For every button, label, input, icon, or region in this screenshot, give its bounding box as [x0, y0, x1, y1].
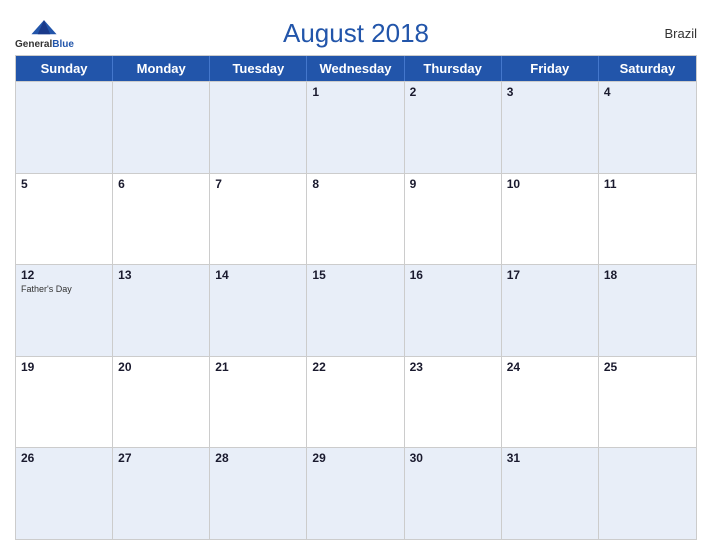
day-number: 14 [215, 268, 301, 282]
day-header-sunday: Sunday [16, 56, 113, 81]
day-cell: 7 [210, 174, 307, 265]
day-number: 2 [410, 85, 496, 99]
day-number: 6 [118, 177, 204, 191]
day-header-saturday: Saturday [599, 56, 696, 81]
day-header-tuesday: Tuesday [210, 56, 307, 81]
week-row-3: 19 20 21 22 23 24 25 [16, 356, 696, 448]
week-row-0: 1234 [16, 81, 696, 173]
day-cell: 21 [210, 357, 307, 448]
day-cell: 27 [113, 448, 210, 539]
month-title: August 2018 [283, 18, 429, 49]
day-cell: 23 [405, 357, 502, 448]
day-number: 9 [410, 177, 496, 191]
event-label: Father's Day [21, 284, 107, 294]
calendar-body: 123456789101112Father's Day1314151617181… [16, 81, 696, 539]
day-cell: 18 [599, 265, 696, 356]
day-number: 21 [215, 360, 301, 374]
day-number: 10 [507, 177, 593, 191]
day-header-wednesday: Wednesday [307, 56, 404, 81]
day-headers: SundayMondayTuesdayWednesdayThursdayFrid… [16, 56, 696, 81]
day-cell: 2 [405, 82, 502, 173]
day-cell: 3 [502, 82, 599, 173]
day-header-friday: Friday [502, 56, 599, 81]
day-cell: 26 [16, 448, 113, 539]
day-number: 22 [312, 360, 398, 374]
day-number: 16 [410, 268, 496, 282]
day-number: 19 [21, 360, 107, 374]
day-number: 12 [21, 268, 107, 282]
day-cell: 30 [405, 448, 502, 539]
week-row-2: 12 Father's Day 13 14 15 16 17 18 [16, 264, 696, 356]
day-cell: 19 [16, 357, 113, 448]
calendar: SundayMondayTuesdayWednesdayThursdayFrid… [15, 55, 697, 540]
day-number: 17 [507, 268, 593, 282]
day-cell [210, 82, 307, 173]
day-number: 18 [604, 268, 691, 282]
day-cell: 1 [307, 82, 404, 173]
day-cell: 17 [502, 265, 599, 356]
day-cell: 22 [307, 357, 404, 448]
day-cell: 24 [502, 357, 599, 448]
day-number: 27 [118, 451, 204, 465]
logo-blue: Blue [52, 39, 74, 50]
day-number: 31 [507, 451, 593, 465]
day-cell: 31 [502, 448, 599, 539]
day-number: 5 [21, 177, 107, 191]
day-number: 30 [410, 451, 496, 465]
week-row-1: 56789 10 11 [16, 173, 696, 265]
day-number: 15 [312, 268, 398, 282]
day-number: 25 [604, 360, 691, 374]
day-cell: 12 Father's Day [16, 265, 113, 356]
day-number: 20 [118, 360, 204, 374]
calendar-header: General Blue August 2018 Brazil [15, 10, 697, 55]
day-cell: 29 [307, 448, 404, 539]
day-number: 13 [118, 268, 204, 282]
day-cell: 4 [599, 82, 696, 173]
day-number: 8 [312, 177, 398, 191]
week-row-4: 26 27 28 29 30 31 [16, 447, 696, 539]
day-cell [599, 448, 696, 539]
day-number: 26 [21, 451, 107, 465]
day-cell: 20 [113, 357, 210, 448]
day-number: 29 [312, 451, 398, 465]
country-label: Brazil [664, 26, 697, 41]
day-number: 11 [604, 177, 691, 191]
day-number: 1 [312, 85, 398, 99]
day-cell: 28 [210, 448, 307, 539]
day-cell: 11 [599, 174, 696, 265]
day-number: 28 [215, 451, 301, 465]
logo-icon [28, 17, 60, 39]
day-cell: 5 [16, 174, 113, 265]
day-number: 7 [215, 177, 301, 191]
day-header-thursday: Thursday [405, 56, 502, 81]
day-header-monday: Monday [113, 56, 210, 81]
day-cell: 14 [210, 265, 307, 356]
day-cell [16, 82, 113, 173]
day-cell: 9 [405, 174, 502, 265]
day-cell: 10 [502, 174, 599, 265]
day-cell: 16 [405, 265, 502, 356]
logo: General Blue [15, 17, 74, 50]
day-number: 24 [507, 360, 593, 374]
day-cell: 25 [599, 357, 696, 448]
day-cell [113, 82, 210, 173]
day-number: 3 [507, 85, 593, 99]
logo-general: General [15, 39, 52, 50]
day-cell: 6 [113, 174, 210, 265]
day-cell: 15 [307, 265, 404, 356]
day-number: 4 [604, 85, 691, 99]
day-cell: 13 [113, 265, 210, 356]
day-number: 23 [410, 360, 496, 374]
day-cell: 8 [307, 174, 404, 265]
